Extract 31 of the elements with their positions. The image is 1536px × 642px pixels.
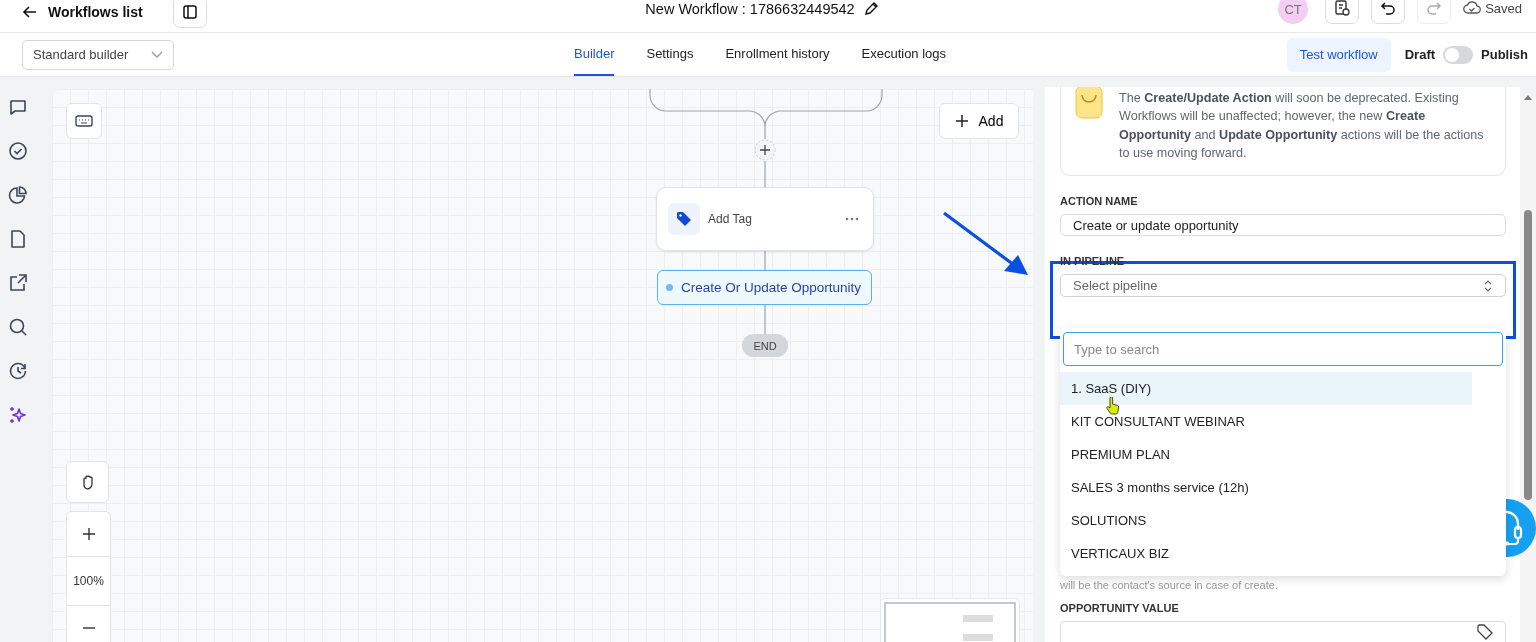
pipeline-option[interactable]: PREMIUM PLAN (1060, 438, 1472, 471)
tab[interactable]: Execution logs (861, 33, 947, 76)
tab[interactable]: Settings (646, 33, 694, 76)
action-name-field[interactable]: Create or update opportunity (1060, 214, 1506, 237)
field-label: OPPORTUNITY VALUE (1060, 601, 1180, 614)
pipeline-select[interactable]: Select pipeline (1060, 274, 1506, 297)
add-button[interactable]: Add (939, 103, 1019, 139)
draft-label: Draft (1404, 47, 1436, 62)
tab[interactable]: Builder (574, 33, 615, 76)
back-link[interactable]: Workflows list (48, 4, 143, 20)
deprecation-notice: The Create/Update Action will soon be deprecated. Existing Workflows will be unaffected; however, the new Create Opportunity and Update Opportunity actions will be the actions to use moving forward. (1119, 90, 1485, 161)
field-label: IN PIPELINE (1060, 255, 1126, 268)
field-label: ACTION NAME (1060, 195, 1139, 207)
end-node: END (742, 334, 788, 357)
save-status: Saved (1485, 0, 1522, 16)
search-field[interactable]: Type to search (1063, 332, 1503, 366)
hint-text: will be the contact's source in case of create. (1060, 578, 1279, 591)
action-node[interactable]: Add Tag (656, 187, 874, 251)
test-workflow-button[interactable]: Test workflow (1286, 37, 1391, 72)
node-label: Add Tag (708, 212, 753, 226)
builder-select[interactable]: Standard builder (22, 39, 174, 70)
pipeline-option[interactable]: 1. SaaS (DIY) (1060, 372, 1472, 405)
pipeline-option[interactable]: SALES 3 months service (12h) (1060, 471, 1472, 504)
tab[interactable]: Enrollment history (725, 33, 830, 76)
publish-label: Publish (1481, 47, 1528, 62)
pipeline-option[interactable]: VERTICAUX BIZ (1060, 537, 1472, 570)
action-node[interactable]: Create Or Update Opportunity (657, 270, 872, 305)
zoom-level: 100% (67, 556, 110, 606)
pipeline-option[interactable]: KIT CONSULTANT WEBINAR (1060, 405, 1472, 438)
workflow-title: New Workflow : 1786632449542 (645, 1, 855, 17)
pipeline-option[interactable]: SOLUTIONS (1060, 504, 1472, 537)
